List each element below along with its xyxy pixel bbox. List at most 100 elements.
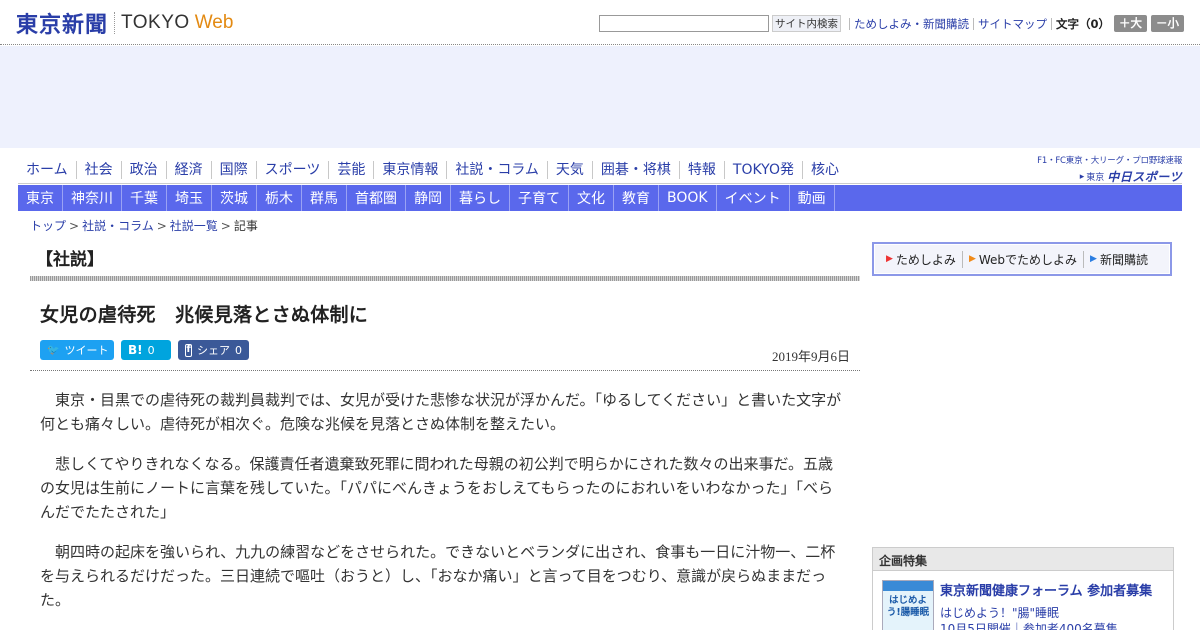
- triangle-right-icon: ▶: [1090, 254, 1097, 264]
- nav-item-go-shogi[interactable]: 囲碁・将棋: [593, 161, 680, 179]
- breadcrumb-current: 記事: [233, 219, 258, 233]
- nav-item-special-report[interactable]: 特報: [680, 161, 725, 179]
- ad-banner-area: [0, 46, 1200, 148]
- triangle-right-icon: ▶: [886, 254, 893, 264]
- chunichi-logo-row: ▸ 東京 中日スポーツ: [1026, 168, 1182, 185]
- web-trial-read-link[interactable]: ▶ Webでためしよみ: [963, 250, 1085, 268]
- arrow-right-icon: ▸: [1079, 171, 1085, 182]
- breadcrumb: トップ > 社説・コラム > 社説一覧 > 記事: [30, 217, 258, 234]
- header-tools: サイト内検索 ためしよみ・新聞購読 サイトマップ 文字（0） ＋大 －小: [598, 15, 1184, 32]
- trial-read-link[interactable]: ▶ ためしよみ: [880, 250, 963, 268]
- logo-web: Web: [194, 12, 234, 33]
- nav-item-society[interactable]: 社会: [77, 161, 122, 179]
- nav-item-tokyo-hatsu[interactable]: TOKYO発: [725, 161, 803, 179]
- region-item-culture[interactable]: 文化: [569, 185, 614, 211]
- region-item-ibaraki[interactable]: 茨城: [212, 185, 257, 211]
- nav-item-economy[interactable]: 経済: [167, 161, 212, 179]
- nav-item-sports[interactable]: スポーツ: [257, 161, 330, 179]
- chunichi-tagline: F1・FC東京・大リーグ・プロ野球速報: [1037, 156, 1182, 166]
- site-search-button[interactable]: サイト内検索: [771, 15, 841, 32]
- font-size-label: 文字（0）: [1055, 16, 1110, 31]
- breadcrumb-top[interactable]: トップ: [30, 217, 66, 234]
- divider: [1050, 17, 1052, 30]
- site-header: 東京新聞 TOKYO Web サイト内検索 ためしよみ・新聞購読 サイトマップ …: [0, 0, 1200, 45]
- facebook-share-label: シェア: [197, 344, 230, 357]
- article-paragraph: 東京・目黒での虐待死の裁判員裁判では、女児が受けた悲惨な状況が浮かんだ。「ゆるし…: [40, 391, 842, 433]
- nav-item-international[interactable]: 国際: [212, 161, 257, 179]
- feature-title-link[interactable]: 東京新聞健康フォーラム 参加者募集: [940, 580, 1152, 599]
- breadcrumb-separator: >: [220, 218, 231, 233]
- font-size-up-button[interactable]: ＋大: [1114, 15, 1147, 32]
- section-rule: [30, 276, 860, 281]
- subscribe-link[interactable]: ▶ 新聞購読: [1084, 251, 1154, 268]
- feature-box: 企画特集 はじめよう!腸睡眠 東京新聞健康フォーラム 参加者募集 はじめよう！"…: [872, 547, 1174, 630]
- nav-item-politics[interactable]: 政治: [122, 161, 167, 179]
- facebook-share-count: 0: [235, 343, 242, 357]
- nav-item-weather[interactable]: 天気: [548, 161, 593, 179]
- article-title: 女児の虐待死 兆候見落とさぬ体制に: [40, 304, 369, 326]
- nav-item-editorial[interactable]: 社説・コラム: [447, 161, 548, 179]
- region-item-book[interactable]: BOOK: [659, 185, 717, 211]
- sitemap-link[interactable]: サイトマップ: [974, 18, 1051, 30]
- feature-thumbnail[interactable]: はじめよう!腸睡眠: [882, 580, 934, 630]
- logo-divider: [114, 12, 116, 34]
- breadcrumb-separator: >: [156, 218, 167, 233]
- region-item-education[interactable]: 教育: [614, 185, 659, 211]
- region-item-shizuoka[interactable]: 静岡: [406, 185, 451, 211]
- twitter-bird-icon: 🐦: [47, 344, 60, 356]
- thumbnail-text: はじめよう!腸睡眠: [886, 595, 930, 618]
- breadcrumb-editorial[interactable]: 社説・コラム: [82, 217, 154, 234]
- article-date: 2019年9月6日: [771, 349, 850, 364]
- facebook-share-button[interactable]: f シェア 0: [178, 340, 249, 360]
- feature-subtitle: はじめよう！"腸"睡眠: [940, 606, 1060, 620]
- region-item-living[interactable]: 暮らし: [451, 185, 510, 211]
- web-trial-read-label: Webでためしよみ: [978, 252, 1078, 267]
- thumbnail-band: [883, 581, 933, 591]
- article-divider: [30, 370, 860, 371]
- hatena-bookmark-button[interactable]: B! 0: [121, 340, 171, 360]
- regional-nav: 東京 神奈川 千葉 埼玉 茨城 栃木 群馬 首都圏 静岡 暮らし 子育て 文化 …: [18, 185, 1182, 211]
- nav-item-home[interactable]: ホーム: [18, 161, 77, 179]
- trial-subscribe-link[interactable]: ためしよみ・新聞購読: [850, 17, 974, 30]
- region-item-gunma[interactable]: 群馬: [302, 185, 347, 211]
- region-item-chiba[interactable]: 千葉: [122, 185, 167, 211]
- nav-item-tokyo-info[interactable]: 東京情報: [374, 161, 448, 179]
- feature-details: 10月5日開催｜参加者400名募集: [940, 622, 1118, 630]
- region-item-tokyo[interactable]: 東京: [18, 185, 63, 211]
- region-item-kanagawa[interactable]: 神奈川: [63, 185, 122, 211]
- trial-read-label: ためしよみ: [895, 252, 956, 267]
- chunichi-logo: 中日スポーツ: [1107, 170, 1182, 184]
- article-paragraph: 朝四時の起床を強いられ、九九の練習などをさせられた。できないとベランダに出され、…: [40, 543, 836, 609]
- hatena-icon: B!: [128, 343, 143, 357]
- chunichi-sports-banner[interactable]: F1・FC東京・大リーグ・プロ野球速報 ▸ 東京 中日スポーツ: [1026, 154, 1182, 184]
- region-item-tochigi[interactable]: 栃木: [257, 185, 302, 211]
- tweet-button[interactable]: 🐦 ツイート: [40, 340, 114, 360]
- region-item-shutoken[interactable]: 首都圏: [347, 185, 406, 211]
- logo-japanese: 東京新聞: [16, 12, 109, 38]
- hatena-count: 0: [147, 343, 155, 357]
- region-item-parenting[interactable]: 子育て: [510, 185, 569, 211]
- logo-english: TOKYO: [121, 12, 190, 33]
- region-item-video[interactable]: 動画: [790, 185, 835, 211]
- nav-divider-line: [18, 183, 1182, 184]
- region-item-event[interactable]: イベント: [717, 185, 790, 211]
- subscription-box: ▶ ためしよみ ▶ Webでためしよみ ▶ 新聞購読: [872, 242, 1172, 276]
- subscribe-label: 新聞購読: [1099, 252, 1148, 267]
- feature-heading: 企画特集: [873, 548, 1173, 571]
- main-nav: ホーム 社会 政治 経済 国際 スポーツ 芸能 東京情報 社説・コラム 天気 囲…: [18, 157, 1018, 183]
- font-size-down-button[interactable]: －小: [1151, 15, 1184, 32]
- share-buttons: 🐦 ツイート B! 0 f シェア 0: [40, 340, 256, 360]
- nav-item-entertainment[interactable]: 芸能: [329, 161, 375, 179]
- breadcrumb-editorial-list[interactable]: 社説一覧: [170, 217, 218, 234]
- nav-item-kakushin[interactable]: 核心: [803, 161, 847, 179]
- tweet-label: ツイート: [64, 344, 109, 357]
- section-label: 【社説】: [36, 250, 104, 270]
- chunichi-prefix: 東京: [1086, 173, 1105, 183]
- breadcrumb-separator: >: [69, 218, 80, 233]
- region-item-saitama[interactable]: 埼玉: [167, 185, 212, 211]
- article-body: 東京・目黒での虐待死の裁判員裁判では、女児が受けた悲惨な状況が浮かんだ。「ゆるし…: [40, 388, 845, 628]
- facebook-icon: f: [185, 343, 192, 357]
- article-paragraph: 悲しくてやりきれなくなる。保護責任者遺棄致死罪に問われた母親の初公判で明らかにさ…: [40, 455, 834, 521]
- site-search-input[interactable]: [598, 15, 769, 32]
- site-logo[interactable]: 東京新聞 TOKYO Web: [16, 9, 234, 38]
